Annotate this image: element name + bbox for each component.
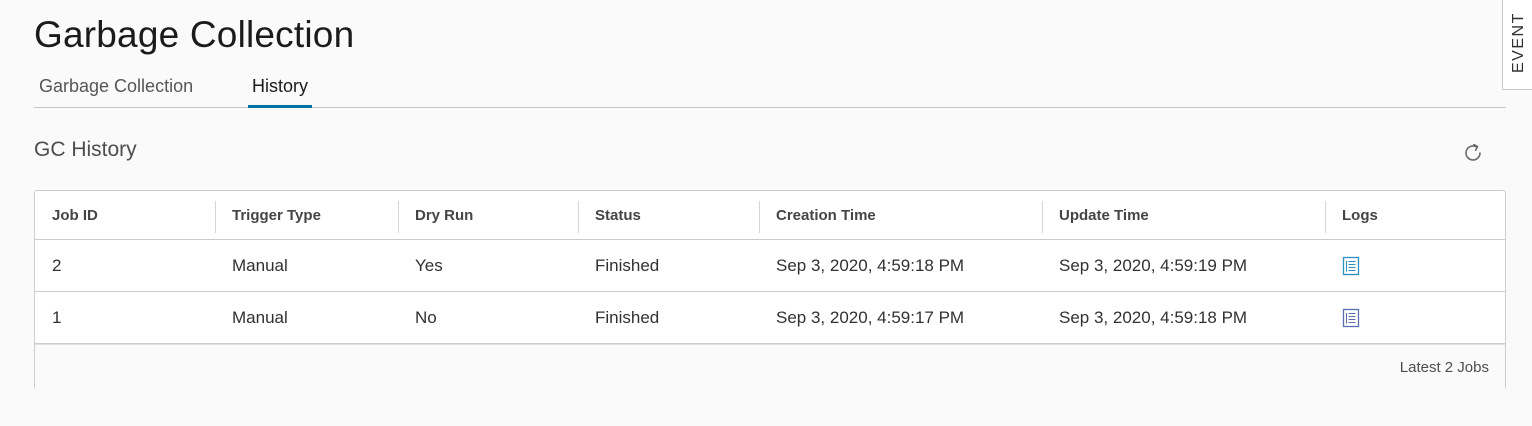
refresh-button[interactable] [1461,141,1485,165]
tab-garbage-collection[interactable]: Garbage Collection [39,66,193,108]
column-header-update-time[interactable]: Update Time [1059,191,1149,239]
cell-creation-time: Sep 3, 2020, 4:59:18 PM [776,255,965,275]
column-header-trigger-type[interactable]: Trigger Type [232,191,321,239]
cell-update-time: Sep 3, 2020, 4:59:19 PM [1059,255,1248,275]
cell-creation-time: Sep 3, 2020, 4:59:17 PM [776,307,965,327]
table-header: Job ID Trigger Type Dry Run Status Creat… [35,191,1505,240]
column-separator[interactable] [398,201,399,233]
column-separator[interactable] [1325,201,1326,233]
cell-dry-run: No [415,307,437,327]
cell-update-time: Sep 3, 2020, 4:59:18 PM [1059,307,1248,327]
column-separator[interactable] [578,201,579,233]
cell-logs [1342,292,1360,343]
column-separator[interactable] [759,201,760,233]
cell-status: Finished [595,307,660,327]
page-title: Garbage Collection [34,14,355,55]
cell-job-id: 2 [52,255,62,275]
event-panel-label: EVENT [1510,12,1527,73]
column-header-job-id[interactable]: Job ID [52,191,98,239]
tab-bar: Garbage Collection History [34,66,1506,108]
log-document-icon[interactable] [1342,256,1360,276]
job-count-label: Latest 2 Jobs [1399,359,1489,376]
column-header-dry-run[interactable]: Dry Run [415,191,473,239]
column-header-creation-time[interactable]: Creation Time [776,191,876,239]
column-header-status[interactable]: Status [595,191,641,239]
section-title: GC History [34,138,137,161]
column-header-logs: Logs [1342,206,1378,224]
gc-history-table: Job ID Trigger Type Dry Run Status Creat… [34,190,1506,390]
event-panel-toggle[interactable]: EVENT [1502,0,1532,90]
cell-dry-run: Yes [415,255,443,275]
log-document-icon[interactable] [1342,308,1360,328]
cell-status: Finished [595,255,660,275]
table-row: 2 Manual Yes Finished Sep 3, 2020, 4:59:… [35,240,1505,292]
gc-page: Garbage Collection Garbage Collection Hi… [0,0,1532,426]
cell-logs [1342,240,1360,291]
cell-job-id: 1 [52,307,62,327]
column-separator[interactable] [215,201,216,233]
column-separator[interactable] [1042,201,1043,233]
cell-trigger-type: Manual [232,255,288,275]
tab-history[interactable]: History [248,66,313,108]
table-footer: Latest 2 Jobs [35,344,1505,390]
refresh-icon [1465,143,1481,161]
cell-trigger-type: Manual [232,307,288,327]
table-row: 1 Manual No Finished Sep 3, 2020, 4:59:1… [35,292,1505,344]
